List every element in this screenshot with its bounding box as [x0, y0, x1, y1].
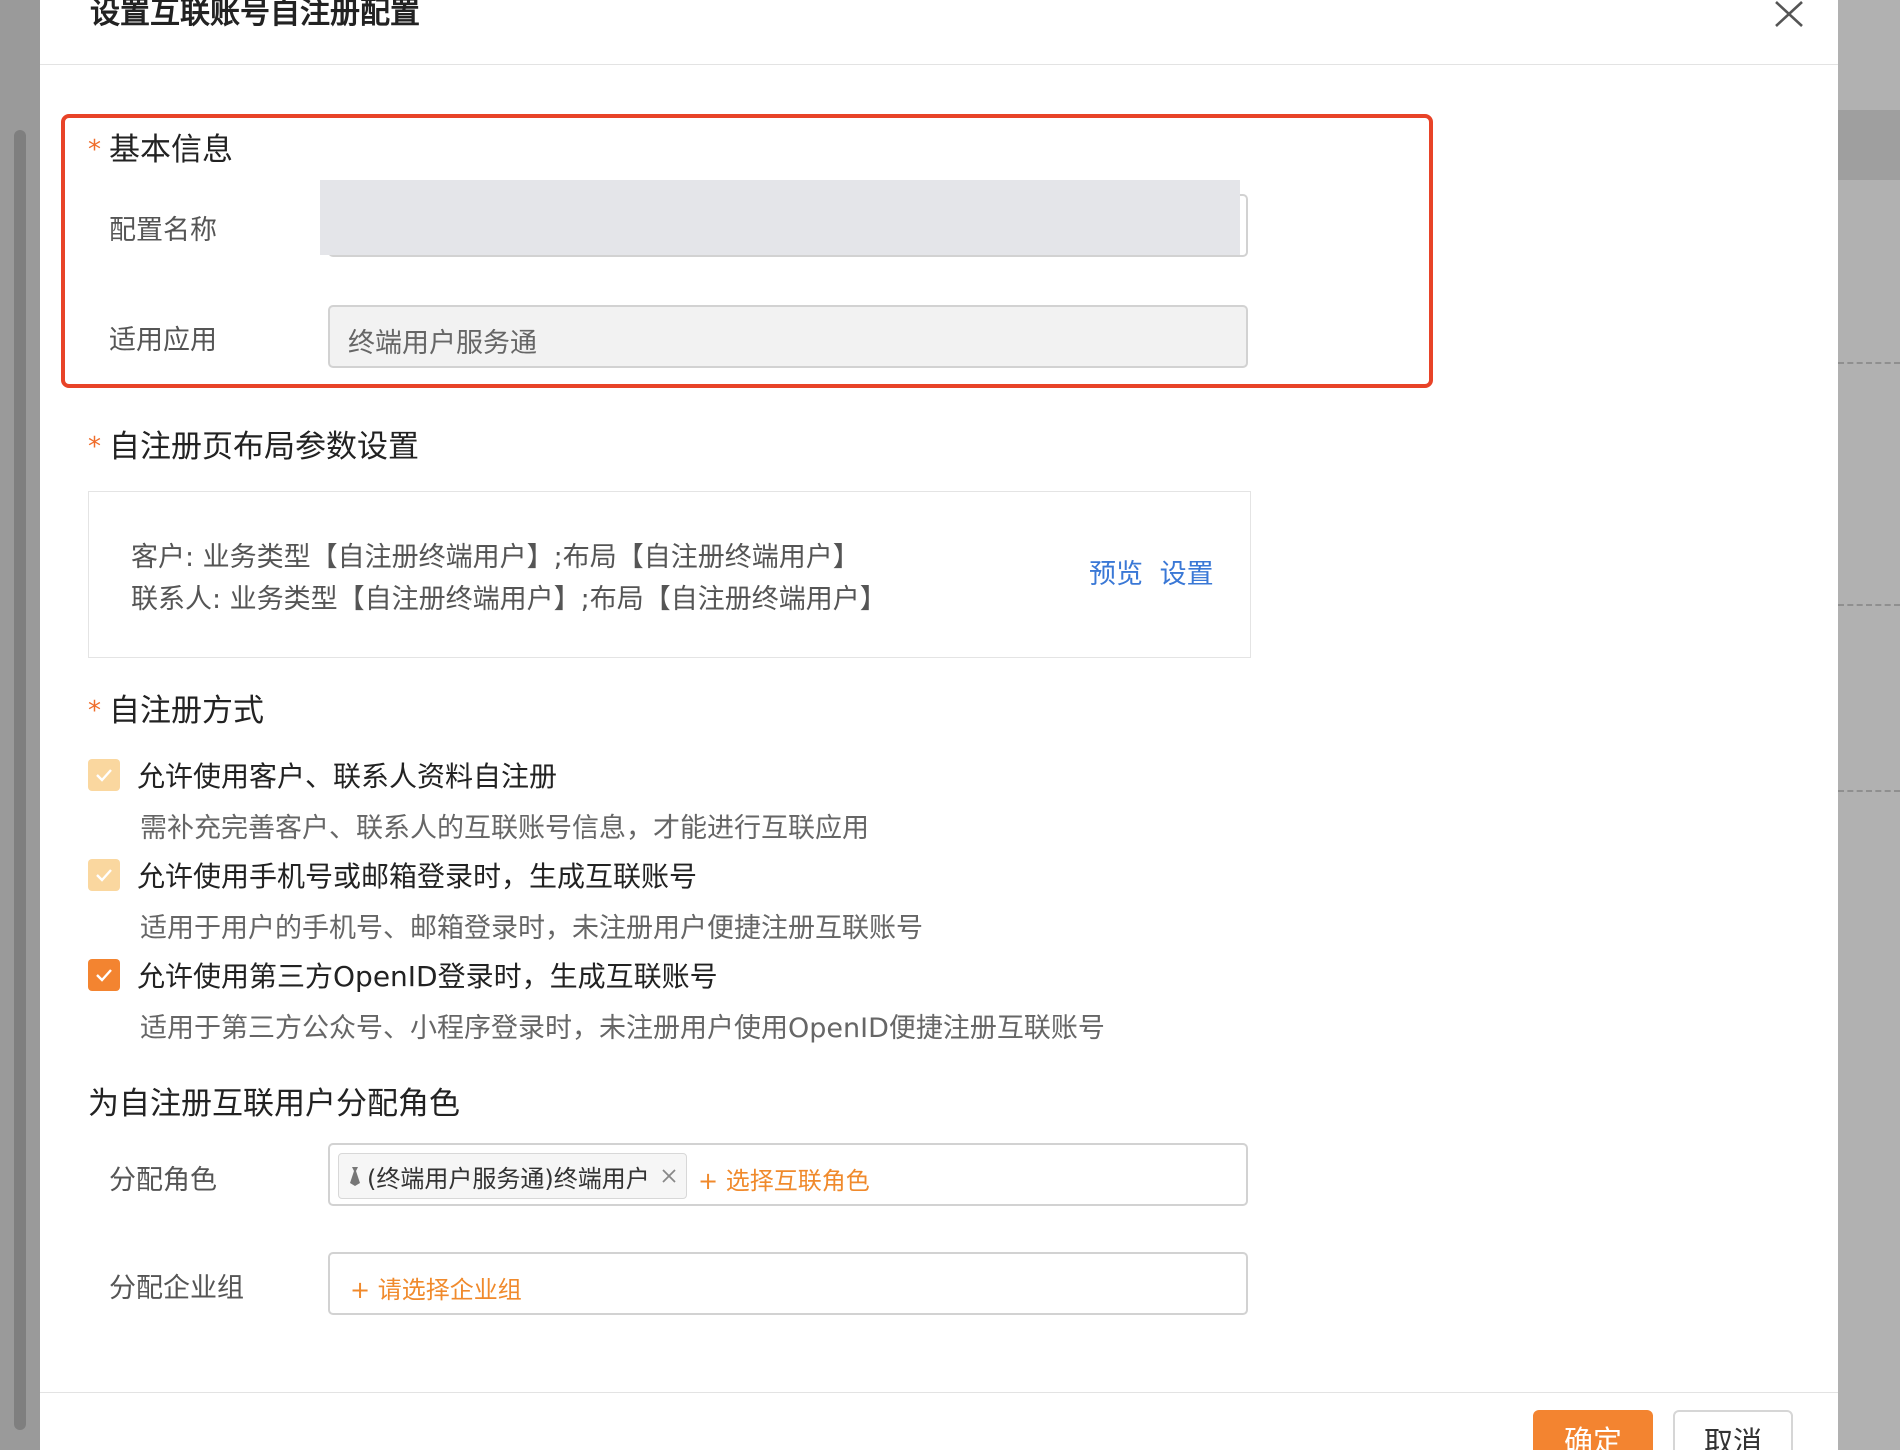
section-registration-method: * 自注册方式	[88, 693, 264, 729]
close-button[interactable]	[1764, 0, 1808, 30]
role-input[interactable]: (终端用户服务通)终端用户 + 选择互联角色	[328, 1143, 1248, 1206]
tag-close-icon[interactable]	[660, 1167, 678, 1185]
option-description: 适用于用户的手机号、邮箱登录时，未注册用户便捷注册互联账号	[140, 913, 923, 944]
section-basic-info: * 基本信息	[88, 132, 233, 168]
role-tag: (终端用户服务通)终端用户	[338, 1153, 687, 1199]
header-divider	[40, 64, 1838, 65]
redacted-value-overlay	[320, 180, 1240, 255]
add-role-link[interactable]: + 选择互联角色	[698, 1161, 870, 1196]
config-modal: 设置互联账号自注册配置 * 基本信息 配置名称 适用应用 终端用户服务通 * 自注册…	[40, 0, 1838, 1450]
check-icon	[96, 769, 112, 782]
app-label: 适用应用	[109, 325, 217, 356]
check-icon	[96, 969, 112, 982]
app-input: 终端用户服务通	[328, 305, 1248, 368]
add-group-link[interactable]: + 请选择企业组	[350, 1270, 522, 1305]
required-mark: *	[88, 135, 101, 165]
checkbox-phone-email-registration[interactable]	[88, 859, 120, 891]
option-phone-email-registration: 允许使用手机号或邮箱登录时，生成互联账号	[88, 858, 697, 893]
required-mark: *	[88, 696, 101, 726]
layout-settings-box: 客户: 业务类型【自注册终端用户】;布局【自注册终端用户】 联系人: 业务类型【…	[88, 491, 1251, 658]
required-mark: *	[88, 432, 101, 462]
checkbox-openid-registration[interactable]	[88, 959, 120, 991]
cancel-button[interactable]: 取消	[1673, 1410, 1793, 1450]
checkbox-profile-registration[interactable]	[88, 759, 120, 791]
modal-title: 设置互联账号自注册配置	[90, 0, 420, 31]
check-icon	[96, 869, 112, 882]
preview-link[interactable]: 预览	[1089, 559, 1143, 590]
option-description: 需补充完善客户、联系人的互联账号信息，才能进行互联应用	[140, 813, 869, 844]
section-layout-settings: * 自注册页布局参数设置	[88, 429, 419, 465]
close-icon	[1775, 1, 1803, 27]
settings-link[interactable]: 设置	[1160, 559, 1214, 590]
option-profile-registration: 允许使用客户、联系人资料自注册	[88, 758, 557, 793]
group-label: 分配企业组	[109, 1273, 244, 1304]
option-description: 适用于第三方公众号、小程序登录时，未注册用户使用OpenID便捷注册互联账号	[140, 1013, 1105, 1044]
layout-line-customer: 客户: 业务类型【自注册终端用户】;布局【自注册终端用户】	[131, 542, 860, 573]
config-name-label: 配置名称	[109, 215, 217, 246]
role-label: 分配角色	[109, 1165, 217, 1196]
tie-icon	[350, 1167, 360, 1186]
background-side-panel	[1838, 0, 1900, 1450]
section-role-assignment: 为自注册互联用户分配角色	[88, 1086, 460, 1122]
footer-divider	[40, 1392, 1838, 1393]
layout-line-contact: 联系人: 业务类型【自注册终端用户】;布局【自注册终端用户】	[131, 584, 887, 615]
background-scrollbar	[14, 130, 26, 1430]
group-input[interactable]: + 请选择企业组	[328, 1252, 1248, 1315]
layout-actions: 预览 设置	[1089, 552, 1214, 591]
confirm-button[interactable]: 确定	[1533, 1410, 1653, 1450]
option-openid-registration: 允许使用第三方OpenID登录时，生成互联账号	[88, 958, 718, 993]
